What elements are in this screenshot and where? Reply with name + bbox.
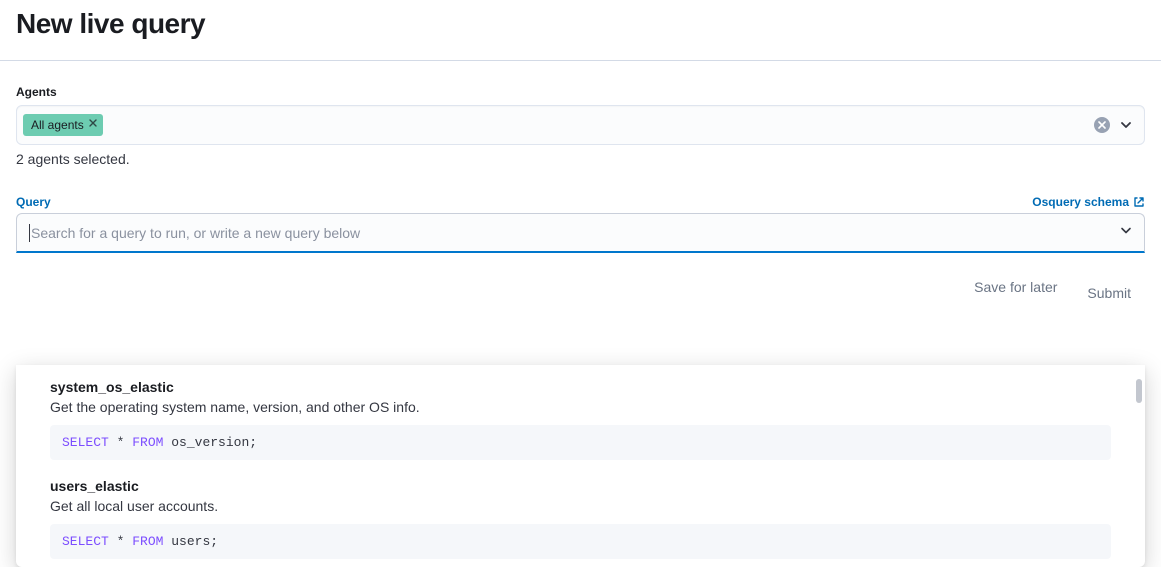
query-placeholder: Search for a query to run, or write a ne… [31, 225, 360, 241]
suggestion-sql: SELECT * FROM os_version; [50, 425, 1111, 460]
suggestion-title: users_elastic [50, 478, 1111, 494]
agents-helper-text: 2 agents selected. [16, 151, 1145, 167]
agents-combobox[interactable]: All agents [16, 105, 1145, 145]
query-suggestions-dropdown: system_os_elastic Get the operating syst… [16, 365, 1145, 567]
suggestion-title: system_os_elastic [50, 379, 1111, 395]
scrollbar-thumb[interactable] [1136, 379, 1142, 403]
remove-pill-icon[interactable] [89, 117, 97, 132]
query-label-row: Query Osquery schema [16, 195, 1145, 209]
osquery-schema-link[interactable]: Osquery schema [1032, 195, 1145, 209]
clear-icon[interactable] [1094, 117, 1110, 133]
chevron-down-icon[interactable] [1118, 222, 1134, 243]
suggestion-option[interactable]: system_os_elastic Get the operating syst… [20, 371, 1141, 470]
suggestion-description: Get the operating system name, version, … [50, 399, 1111, 415]
page-header: New live query [0, 0, 1161, 61]
agents-pill-all[interactable]: All agents [23, 114, 103, 137]
chevron-down-icon[interactable] [1118, 117, 1134, 133]
form-content: Agents All agents 2 agents selected. Que… [0, 61, 1161, 269]
agents-pill-label: All agents [31, 117, 84, 134]
page-title: New live query [16, 8, 1145, 40]
save-for-later-button[interactable]: Save for later [974, 279, 1057, 307]
query-search-input[interactable]: Search for a query to run, or write a ne… [16, 213, 1145, 253]
query-label: Query [16, 195, 51, 209]
osquery-schema-text: Osquery schema [1032, 195, 1129, 209]
footer-actions: Save for later Submit [0, 269, 1161, 307]
submit-button[interactable]: Submit [1073, 279, 1145, 307]
suggestion-option[interactable]: users_elastic Get all local user account… [20, 470, 1141, 567]
suggestion-sql: SELECT * FROM users; [50, 524, 1111, 559]
agents-label: Agents [16, 85, 1145, 99]
popout-icon [1133, 196, 1145, 208]
agents-field-wrap: All agents [16, 105, 1145, 145]
text-caret [29, 224, 30, 242]
suggestion-description: Get all local user accounts. [50, 498, 1111, 514]
